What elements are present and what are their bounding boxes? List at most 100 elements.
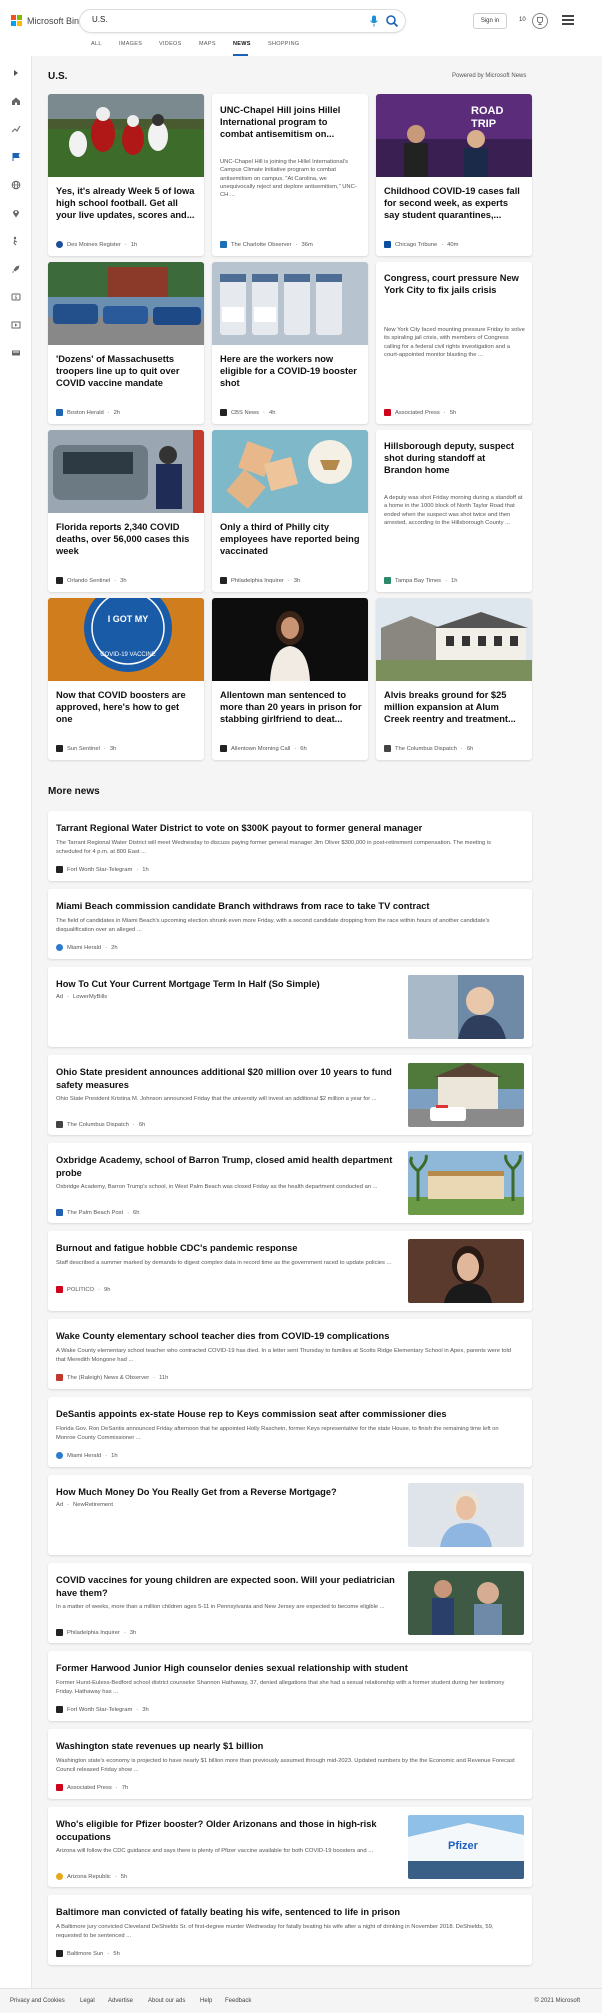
item-title[interactable]: Former Harwood Junior High counselor den…: [56, 1662, 524, 1675]
microphone-icon[interactable]: [369, 15, 379, 27]
item-source: Fort Worth Star-Telegram · 3h: [56, 1706, 149, 1713]
search-icon[interactable]: [385, 14, 399, 28]
tab-shopping[interactable]: SHOPPING: [268, 41, 299, 47]
news-list-item[interactable]: Wake County elementary school teacher di…: [48, 1319, 532, 1389]
news-card[interactable]: Congress, court pressure New York City t…: [376, 262, 532, 424]
news-card[interactable]: Allentown man sentenced to more than 20 …: [212, 598, 368, 760]
news-list-item[interactable]: Former Harwood Junior High counselor den…: [48, 1651, 532, 1721]
search-input[interactable]: U.S.: [92, 15, 108, 24]
tab-news[interactable]: NEWS: [233, 41, 251, 47]
footer-link-about-ads[interactable]: About our ads: [148, 1998, 185, 2004]
news-list-item[interactable]: Who's eligible for Pfizer booster? Older…: [48, 1807, 532, 1887]
item-title[interactable]: Who's eligible for Pfizer booster? Older…: [56, 1818, 396, 1843]
news-list-item[interactable]: DeSantis appoints ex-state House rep to …: [48, 1397, 532, 1467]
tab-maps[interactable]: MAPS: [199, 41, 216, 47]
tab-all[interactable]: ALL: [91, 41, 102, 47]
news-card[interactable]: Yes, it's already Week 5 of Iowa high sc…: [48, 94, 204, 256]
news-card[interactable]: ROAD TRIP Childhood COVID-19 cases fall …: [376, 94, 532, 256]
expand-chevron-icon[interactable]: [11, 68, 21, 78]
science-rocket-icon[interactable]: [11, 264, 21, 274]
ad-list-item[interactable]: How To Cut Your Current Mortgage Term In…: [48, 967, 532, 1047]
card-title[interactable]: Allentown man sentenced to more than 20 …: [220, 689, 362, 737]
footer-link-privacy[interactable]: Privacy and Cookies: [10, 1998, 65, 2004]
card-title[interactable]: Here are the workers now eligible for a …: [220, 353, 362, 401]
sports-icon[interactable]: [11, 236, 21, 246]
news-list-item[interactable]: Washington state revenues up nearly $1 b…: [48, 1729, 532, 1799]
item-title[interactable]: Oxbridge Academy, school of Barron Trump…: [56, 1154, 396, 1179]
news-card[interactable]: 'Dozens' of Massachusetts troopers line …: [48, 262, 204, 424]
news-card[interactable]: Hillsborough deputy, suspect shot during…: [376, 430, 532, 592]
news-list-item[interactable]: Burnout and fatigue hobble CDC's pandemi…: [48, 1231, 532, 1311]
source-logo-icon: [56, 1784, 63, 1791]
card-source: CBS News · 4h: [220, 409, 275, 416]
technology-icon[interactable]: [11, 348, 21, 358]
card-title[interactable]: Childhood COVID-19 cases fall for second…: [384, 185, 526, 233]
footer-link-feedback[interactable]: Feedback: [225, 1998, 251, 2004]
rewards-trophy-icon[interactable]: [532, 13, 548, 29]
copyright: © 2021 Microsoft: [534, 1998, 580, 2004]
footer-link-help[interactable]: Help: [200, 1998, 212, 2004]
home-icon[interactable]: [11, 96, 21, 106]
section-title: U.S.: [48, 71, 68, 82]
news-card[interactable]: Only a third of Philly city employees ha…: [212, 430, 368, 592]
item-title[interactable]: How To Cut Your Current Mortgage Term In…: [56, 978, 396, 991]
vaccine-sticker-photo: I GOT MY COVID-19 VACCINE: [48, 598, 204, 681]
search-box[interactable]: U.S.: [80, 10, 405, 32]
news-card[interactable]: UNC-Chapel Hill joins Hillel Internation…: [212, 94, 368, 256]
news-list-item[interactable]: COVID vaccines for young children are ex…: [48, 1563, 532, 1643]
item-title[interactable]: Burnout and fatigue hobble CDC's pandemi…: [56, 1242, 396, 1255]
news-list-item[interactable]: Tarrant Regional Water District to vote …: [48, 811, 532, 881]
source-logo-icon: [56, 1629, 63, 1636]
sign-in-button[interactable]: Sign in: [473, 13, 507, 29]
news-list-item[interactable]: Oxbridge Academy, school of Barron Trump…: [48, 1143, 532, 1223]
hamburger-menu-icon[interactable]: [562, 15, 574, 25]
news-card[interactable]: Florida reports 2,340 COVID deaths, over…: [48, 430, 204, 592]
footer: Privacy and Cookies Legal Advertise Abou…: [0, 1988, 602, 2013]
item-source: Ad · LowerMyBills: [56, 994, 108, 1000]
source-logo-icon: [56, 944, 63, 951]
ad-label: Ad: [56, 994, 64, 1000]
item-title[interactable]: Washington state revenues up nearly $1 b…: [56, 1740, 524, 1753]
tab-images[interactable]: IMAGES: [119, 41, 142, 47]
item-title[interactable]: Ohio State president announces additiona…: [56, 1066, 396, 1091]
card-title[interactable]: 'Dozens' of Massachusetts troopers line …: [56, 353, 198, 401]
left-rail: $: [0, 56, 32, 2013]
card-title[interactable]: Now that COVID boosters are approved, he…: [56, 689, 198, 737]
item-title[interactable]: How Much Money Do You Really Get from a …: [56, 1486, 396, 1499]
card-title[interactable]: Hillsborough deputy, suspect shot during…: [384, 440, 526, 488]
local-pin-icon[interactable]: [11, 208, 21, 218]
item-snippet: In a matter of weeks, more than a millio…: [56, 1604, 385, 1610]
bandages-photo: [212, 430, 368, 513]
news-card[interactable]: Alvis breaks ground for $25 million expa…: [376, 598, 532, 760]
trending-icon[interactable]: [11, 124, 21, 134]
world-icon[interactable]: [11, 180, 21, 190]
item-title[interactable]: COVID vaccines for young children are ex…: [56, 1574, 396, 1599]
news-list-item[interactable]: Baltimore man convicted of fatally beati…: [48, 1895, 532, 1965]
us-flag-icon[interactable]: [11, 152, 21, 162]
card-title[interactable]: UNC-Chapel Hill joins Hillel Internation…: [220, 104, 362, 152]
card-title[interactable]: Alvis breaks ground for $25 million expa…: [384, 689, 526, 737]
ad-list-item[interactable]: How Much Money Do You Really Get from a …: [48, 1475, 532, 1555]
card-title[interactable]: Only a third of Philly city employees ha…: [220, 521, 362, 569]
money-icon[interactable]: $: [11, 292, 21, 302]
rewards-points[interactable]: 10: [519, 17, 526, 23]
item-source: Miami Herald · 1h: [56, 1452, 118, 1459]
news-list-item[interactable]: Ohio State president announces additiona…: [48, 1055, 532, 1135]
tab-videos[interactable]: VIDEOS: [159, 41, 182, 47]
entertainment-icon[interactable]: [11, 320, 21, 330]
news-card[interactable]: I GOT MY COVID-19 VACCINE Now that COVID…: [48, 598, 204, 760]
footer-link-legal[interactable]: Legal: [80, 1998, 95, 2004]
item-source: Arizona Republic · 5h: [56, 1873, 127, 1880]
item-title[interactable]: DeSantis appoints ex-state House rep to …: [56, 1408, 524, 1421]
news-card[interactable]: Here are the workers now eligible for a …: [212, 262, 368, 424]
bing-logo[interactable]: Microsoft Bing: [11, 15, 84, 26]
card-title[interactable]: Congress, court pressure New York City t…: [384, 272, 526, 320]
card-title[interactable]: Florida reports 2,340 COVID deaths, over…: [56, 521, 198, 569]
item-title[interactable]: Baltimore man convicted of fatally beati…: [56, 1906, 524, 1919]
card-title[interactable]: Yes, it's already Week 5 of Iowa high sc…: [56, 185, 198, 233]
news-list-item[interactable]: Miami Beach commission candidate Branch …: [48, 889, 532, 959]
item-title[interactable]: Tarrant Regional Water District to vote …: [56, 822, 524, 835]
item-title[interactable]: Miami Beach commission candidate Branch …: [56, 900, 524, 913]
item-title[interactable]: Wake County elementary school teacher di…: [56, 1330, 524, 1343]
footer-link-advertise[interactable]: Advertise: [108, 1998, 133, 2004]
